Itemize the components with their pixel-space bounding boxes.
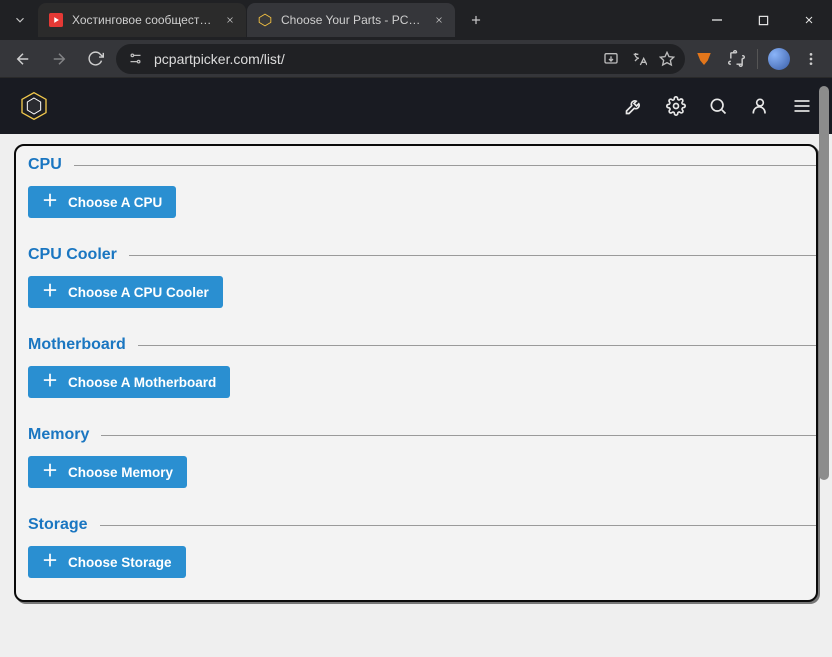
tab-strip: Хостинговое сообщество «Tim Choose Your … xyxy=(0,0,490,40)
settings-icon[interactable] xyxy=(664,94,688,118)
divider xyxy=(757,49,758,69)
close-icon[interactable] xyxy=(222,12,238,28)
profile-button[interactable] xyxy=(766,46,792,72)
minimize-button[interactable] xyxy=(694,0,740,40)
install-icon[interactable] xyxy=(603,51,619,67)
choose-cpu-button[interactable]: ＋ Choose A CPU xyxy=(28,186,176,218)
reload-button[interactable] xyxy=(80,44,110,74)
extension-area xyxy=(691,46,824,72)
section-title: Motherboard xyxy=(28,336,126,354)
window-controls xyxy=(694,0,832,40)
site-info-icon[interactable] xyxy=(126,50,144,68)
button-label: Choose A CPU xyxy=(68,195,162,210)
button-label: Choose Memory xyxy=(68,465,173,480)
page-viewport: CPU ＋ Choose A CPU CPU Cooler ＋ Choose A… xyxy=(0,78,832,657)
user-icon[interactable] xyxy=(748,94,772,118)
button-label: Choose A Motherboard xyxy=(68,375,216,390)
site-actions xyxy=(622,94,814,118)
scrollbar-thumb[interactable] xyxy=(819,86,829,480)
extension-metamask[interactable] xyxy=(691,46,717,72)
tab-label: Хостинговое сообщество «Tim xyxy=(72,13,214,27)
section-motherboard: Motherboard ＋ Choose A Motherboard xyxy=(16,336,816,426)
parts-panel: CPU ＋ Choose A CPU CPU Cooler ＋ Choose A… xyxy=(14,144,818,602)
new-tab-button[interactable] xyxy=(462,6,490,34)
section-title: CPU xyxy=(28,156,62,174)
plus-icon: ＋ xyxy=(42,284,58,300)
divider xyxy=(100,525,816,526)
section-title: Memory xyxy=(28,426,89,444)
url-text: pcpartpicker.com/list/ xyxy=(154,51,593,67)
divider xyxy=(129,255,816,256)
section-storage: Storage ＋ Choose Storage xyxy=(16,516,816,586)
section-cpu-cooler: CPU Cooler ＋ Choose A CPU Cooler xyxy=(16,246,816,336)
button-label: Choose A CPU Cooler xyxy=(68,285,209,300)
tab-inactive[interactable]: Хостинговое сообщество «Tim xyxy=(38,3,246,37)
section-cpu: CPU ＋ Choose A CPU xyxy=(16,156,816,246)
tab-search-button[interactable] xyxy=(6,6,34,34)
favicon-icon xyxy=(48,12,64,28)
section-title: Storage xyxy=(28,516,88,534)
plus-icon: ＋ xyxy=(42,554,58,570)
tab-active[interactable]: Choose Your Parts - PCPartPicke xyxy=(247,3,455,37)
site-header xyxy=(0,78,832,134)
section-title: CPU Cooler xyxy=(28,246,117,264)
tools-icon[interactable] xyxy=(622,94,646,118)
browser-menu-button[interactable] xyxy=(798,46,824,72)
choose-cpu-cooler-button[interactable]: ＋ Choose A CPU Cooler xyxy=(28,276,223,308)
plus-icon: ＋ xyxy=(42,194,58,210)
plus-icon: ＋ xyxy=(42,464,58,480)
site-logo[interactable] xyxy=(18,90,50,122)
page-body: CPU ＋ Choose A CPU CPU Cooler ＋ Choose A… xyxy=(0,134,832,657)
favicon-icon xyxy=(257,12,273,28)
back-button[interactable] xyxy=(8,44,38,74)
button-label: Choose Storage xyxy=(68,555,172,570)
divider xyxy=(74,165,816,166)
divider xyxy=(101,435,816,436)
browser-titlebar: Хостинговое сообщество «Tim Choose Your … xyxy=(0,0,832,40)
forward-button[interactable] xyxy=(44,44,74,74)
scrollbar[interactable] xyxy=(818,86,830,649)
choose-storage-button[interactable]: ＋ Choose Storage xyxy=(28,546,186,578)
extensions-button[interactable] xyxy=(723,46,749,72)
choose-memory-button[interactable]: ＋ Choose Memory xyxy=(28,456,187,488)
bookmark-icon[interactable] xyxy=(659,51,675,67)
translate-icon[interactable] xyxy=(631,51,647,67)
menu-icon[interactable] xyxy=(790,94,814,118)
section-memory: Memory ＋ Choose Memory xyxy=(16,426,816,516)
choose-motherboard-button[interactable]: ＋ Choose A Motherboard xyxy=(28,366,230,398)
tab-label: Choose Your Parts - PCPartPicke xyxy=(281,13,423,27)
close-icon[interactable] xyxy=(431,12,447,28)
avatar xyxy=(768,48,790,70)
maximize-button[interactable] xyxy=(740,0,786,40)
browser-toolbar: pcpartpicker.com/list/ xyxy=(0,40,832,78)
divider xyxy=(138,345,816,346)
search-icon[interactable] xyxy=(706,94,730,118)
address-bar[interactable]: pcpartpicker.com/list/ xyxy=(116,44,685,74)
close-window-button[interactable] xyxy=(786,0,832,40)
plus-icon: ＋ xyxy=(42,374,58,390)
